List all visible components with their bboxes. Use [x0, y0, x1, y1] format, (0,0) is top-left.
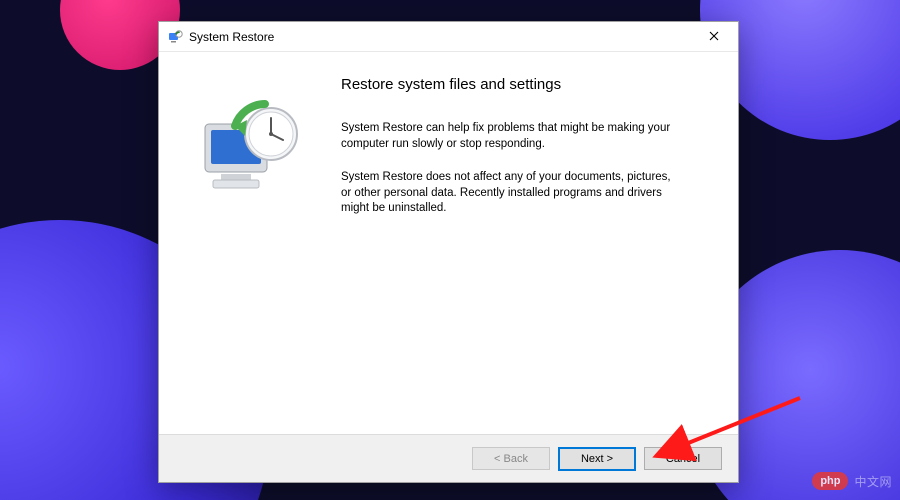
wizard-heading: Restore system files and settings — [341, 76, 714, 93]
dialog-body: Restore system files and settings System… — [159, 52, 738, 434]
titlebar[interactable]: System Restore — [159, 22, 738, 52]
desktop-wallpaper: System Restore — [0, 0, 900, 500]
wizard-illustration — [181, 70, 321, 434]
watermark: php 中文网 — [812, 472, 892, 490]
dialog-footer: < Back Next > Cancel — [159, 434, 738, 482]
system-restore-icon — [167, 29, 183, 45]
close-button[interactable] — [691, 22, 736, 51]
cancel-button[interactable]: Cancel — [644, 447, 722, 470]
wizard-paragraph: System Restore does not affect any of yo… — [341, 170, 671, 217]
window-title: System Restore — [189, 30, 691, 44]
back-button: < Back — [472, 447, 550, 470]
system-restore-dialog: System Restore — [158, 21, 739, 483]
watermark-logo: php — [812, 472, 848, 490]
watermark-text: 中文网 — [854, 473, 892, 490]
close-icon — [709, 28, 719, 46]
next-button[interactable]: Next > — [558, 447, 636, 471]
wizard-paragraph: System Restore can help fix problems tha… — [341, 121, 671, 152]
dialog-content: Restore system files and settings System… — [341, 70, 714, 434]
